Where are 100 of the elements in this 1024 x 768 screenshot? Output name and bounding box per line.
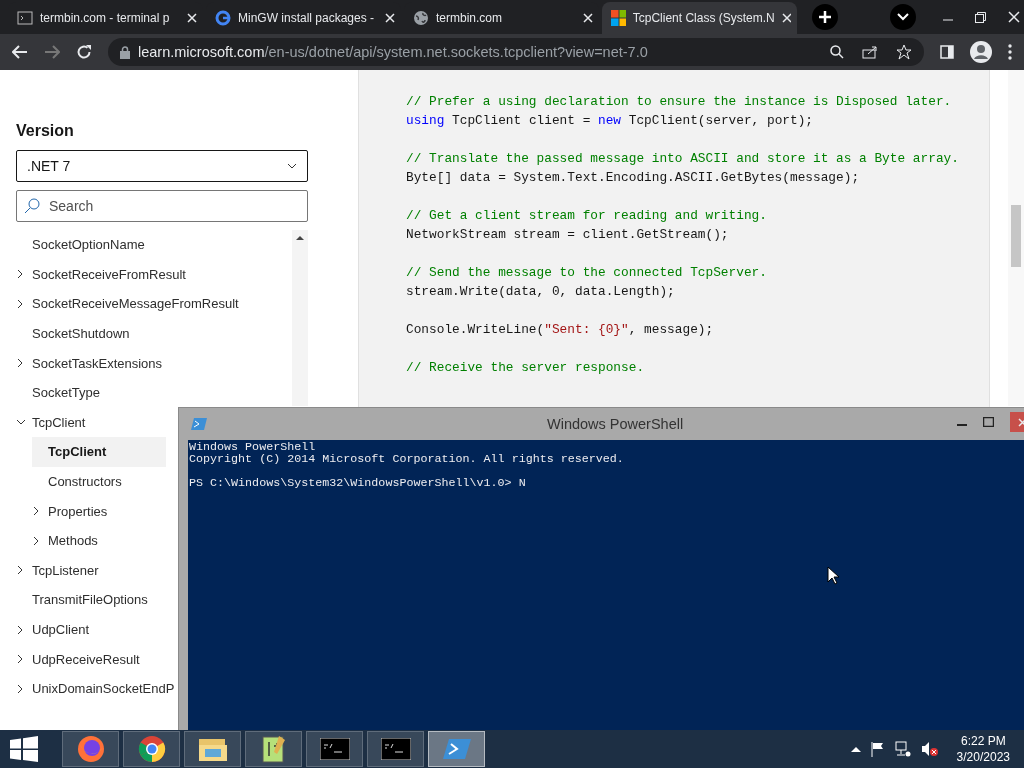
code-line: Byte[] data = System.Text.Encoding.ASCII.GetBytes(message); — [406, 169, 861, 187]
code-line: stream.Write(data, 0, data.Length); — [406, 283, 676, 301]
close-icon — [1018, 417, 1024, 427]
tree-item[interactable]: SocketType — [16, 377, 104, 408]
close-icon — [583, 13, 593, 23]
chevron-down-icon — [897, 13, 909, 21]
code-line: // Send the message to the connected TcpServer. — [406, 264, 768, 282]
new-tab-button[interactable] — [812, 4, 838, 30]
taskbar-button[interactable] — [367, 731, 424, 767]
flag-icon — [870, 741, 885, 757]
tree-item[interactable]: TransmitFileOptions — [16, 585, 152, 615]
search-field[interactable]: Search — [16, 190, 308, 222]
tree-item[interactable]: TcpClient — [16, 407, 90, 438]
console-line: PS C:\Windows\System32\WindowsPowerShell\v1.0> N — [189, 477, 527, 489]
tab-title: termbin.com — [436, 11, 503, 25]
tree-item-label: TransmitFileOptions — [32, 592, 148, 608]
forward-icon[interactable] — [44, 45, 60, 59]
star-icon — [896, 44, 912, 60]
profile-icon[interactable] — [970, 41, 992, 63]
tree-item-label: SocketShutdown — [32, 326, 130, 342]
reload-icon[interactable] — [76, 44, 92, 60]
tab-title: termbin.com - terminal p — [40, 11, 170, 25]
tree-item-label: SocketReceiveMessageFromResult — [32, 296, 239, 312]
tree-item-label: Properties — [48, 503, 108, 519]
tree-item-label: SocketType — [32, 385, 100, 401]
code-line: Console.WriteLine("Sent: {0}", message); — [406, 321, 715, 339]
tree-item[interactable]: SocketOptionName — [16, 230, 149, 260]
restore-icon[interactable] — [975, 11, 986, 23]
tree-item[interactable]: SocketReceiveMessageFromResult — [16, 289, 243, 319]
tree-item[interactable]: SocketShutdown — [16, 318, 134, 349]
network-icon — [894, 741, 911, 757]
code-line: NetworkStream stream = client.GetStream(); — [406, 226, 730, 244]
tree-item[interactable]: Methods — [32, 525, 102, 556]
tree-item-label: TcpListener — [32, 562, 99, 578]
tree-item-label: UdpClient — [32, 622, 90, 637]
tree-item[interactable]: SocketReceiveFromResult — [16, 259, 190, 290]
console[interactable]: Windows PowerShell Copyright (C) 2014 Microsoft Corporation. All rights reserved. PS C:\Windows\System32\WindowsPowerShell\v1.0> N — [188, 440, 1024, 731]
address-field[interactable]: learn.microsoft.com/en-us/dotnet/api/system.net.sockets.tcpclient?view=net-7.0 — [108, 38, 924, 66]
tree-item[interactable]: Properties — [32, 496, 112, 526]
tree-item[interactable]: UdpClient — [16, 614, 94, 645]
url-text: learn.microsoft.com/en-us/dotnet/api/system.net.sockets.tcpclient?view=net-7.0 — [138, 44, 648, 60]
command-prompt-icon — [319, 738, 350, 760]
tree-item-label: TcpClient — [32, 414, 86, 430]
powershell-icon — [191, 417, 207, 431]
tab-title: TcpClient Class (System.N — [632, 11, 775, 25]
version-heading: Version — [16, 122, 75, 140]
code-line: // Get a client stream for reading and writing. — [406, 207, 768, 225]
windows-start-icon[interactable] — [10, 736, 38, 762]
chevron-right-icon — [16, 654, 24, 665]
windows-logo-icon — [611, 10, 626, 26]
back-icon[interactable] — [12, 45, 28, 59]
tab-search-button[interactable] — [890, 4, 916, 30]
command-prompt-icon — [380, 738, 411, 760]
taskbar-button[interactable] — [306, 731, 363, 767]
tree-item-label: UnixDomainSocketEndP — [32, 681, 175, 697]
code-line: using TcpClient client = new TcpClient(server, port); — [406, 112, 815, 130]
tree-item-label: UdpReceiveResult — [32, 651, 140, 667]
taskbar-button[interactable] — [123, 731, 180, 767]
tree-item[interactable]: UnixDomainSocketEndP — [16, 673, 179, 704]
taskbar-button[interactable] — [245, 731, 302, 767]
tab-title: MinGW install packages - — [238, 11, 375, 25]
maximize-icon[interactable] — [983, 417, 994, 427]
tree-item[interactable]: TcpClient — [32, 437, 166, 467]
caret-up-icon — [850, 746, 861, 752]
chevron-right-icon — [16, 683, 24, 694]
terminal-icon — [17, 10, 33, 26]
search-icon — [24, 198, 40, 214]
tree-item[interactable]: Constructors — [32, 466, 126, 497]
scrollbar[interactable] — [292, 230, 308, 406]
clock[interactable]: 6:22 PM 3/20/2023 — [956, 733, 1010, 765]
tree-item-label: Methods — [48, 533, 98, 549]
chevron-down-icon — [287, 162, 297, 170]
globe-icon — [413, 10, 429, 26]
window-title: Windows PowerShell — [547, 416, 684, 432]
tree-item-label: Constructors — [48, 474, 122, 490]
window-close-button[interactable] — [1008, 11, 1020, 23]
more-icon[interactable] — [1008, 44, 1012, 60]
side-panel-icon[interactable] — [940, 45, 954, 59]
share-icon — [862, 45, 878, 59]
console-line: Windows PowerShell — [189, 441, 317, 453]
powershell-icon — [442, 737, 471, 761]
firefox-icon — [75, 734, 106, 764]
taskbar-button[interactable] — [62, 731, 119, 767]
plus-icon — [818, 10, 832, 24]
google-icon — [215, 10, 231, 26]
version-select[interactable]: .NET 7 — [16, 150, 308, 182]
tree-item[interactable]: UdpReceiveResult — [16, 644, 144, 674]
tree-item[interactable]: TcpListener — [16, 555, 103, 586]
chevron-right-icon — [32, 535, 40, 546]
code-line: // Translate the passed message into ASCII and store it as a Byte array. — [406, 150, 960, 168]
tree-item[interactable]: SocketTaskExtensions — [16, 348, 167, 378]
taskbar-button[interactable] — [184, 731, 241, 767]
chevron-right-icon — [16, 624, 24, 635]
scrollbar[interactable] — [1008, 70, 1024, 406]
chrome-icon — [136, 734, 167, 764]
chevron-right-icon — [16, 299, 24, 309]
browser-tab[interactable]: TcpClient Class (System.N — [602, 2, 797, 34]
chevron-right-icon — [16, 565, 24, 576]
close-icon — [1008, 11, 1020, 23]
notepad-icon — [260, 734, 287, 764]
